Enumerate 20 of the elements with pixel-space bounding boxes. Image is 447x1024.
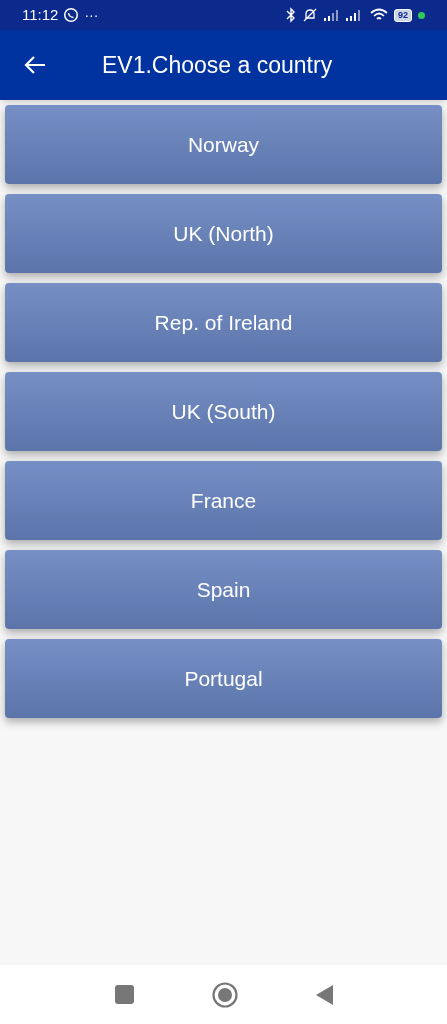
battery-indicator: 92 — [394, 8, 412, 22]
country-button[interactable]: Spain — [5, 550, 442, 629]
muted-bell-icon — [302, 7, 318, 23]
country-button[interactable]: France — [5, 461, 442, 540]
status-time: 11:12 — [22, 4, 59, 25]
country-button[interactable]: UK (South) — [5, 372, 442, 451]
country-button[interactable]: UK (North) — [5, 194, 442, 273]
country-button[interactable]: Portugal — [5, 639, 442, 718]
wifi-icon — [370, 8, 388, 22]
country-button[interactable]: Norway — [5, 105, 442, 184]
more-notifications: ··· — [84, 5, 99, 25]
screen-title: EV1.Choose a country — [102, 50, 333, 80]
recent-apps-icon[interactable] — [114, 985, 134, 1004]
back-arrow-icon — [24, 55, 46, 75]
chat-icon — [63, 7, 80, 23]
country-button[interactable]: Rep. of Ireland — [5, 283, 442, 362]
bluetooth-icon — [286, 7, 296, 23]
dot-icon — [418, 11, 425, 19]
back-icon[interactable] — [315, 984, 333, 1005]
home-icon[interactable] — [211, 981, 238, 1008]
